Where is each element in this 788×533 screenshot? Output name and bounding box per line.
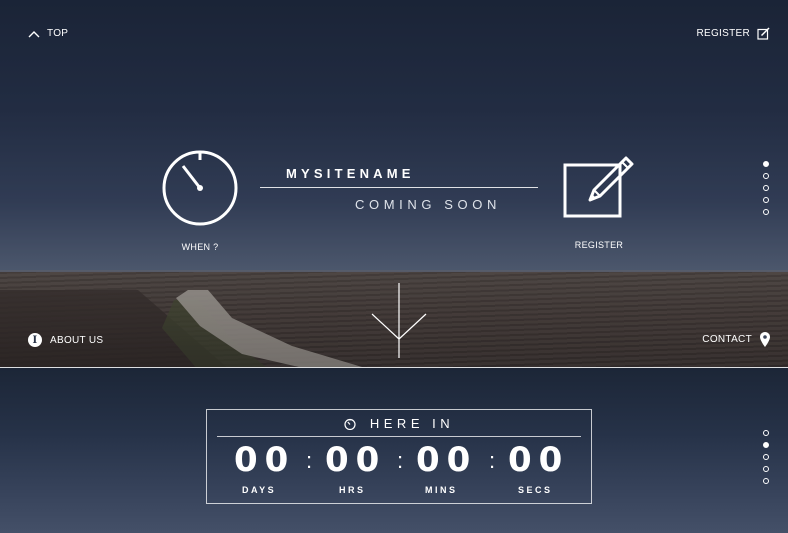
coming-soon-text: COMING SOON: [355, 197, 501, 212]
register-button[interactable]: REGISTER: [560, 150, 638, 250]
register-link-label: REGISTER: [696, 28, 750, 39]
when-label: WHEN ?: [181, 242, 219, 252]
hours-value: 00: [325, 440, 387, 480]
chevron-up-icon: [28, 30, 40, 37]
when-button[interactable]: WHEN ?: [160, 148, 240, 252]
location-pin-icon: [760, 332, 770, 347]
stopwatch-icon: [162, 150, 238, 226]
colon-separator: :: [306, 448, 313, 473]
register-edit-icon: [563, 156, 634, 218]
pagination-dot[interactable]: [763, 454, 769, 460]
colon-separator: :: [489, 448, 496, 473]
colon-separator: :: [397, 448, 404, 473]
days-label: DAYS: [242, 485, 277, 495]
pagination-dot[interactable]: [763, 161, 769, 167]
contact-link[interactable]: CONTACT: [702, 332, 770, 347]
register-label: REGISTER: [574, 240, 624, 250]
hero-section: TOP REGISTER WHEN ? MYSITENAME COMING SO…: [0, 0, 788, 367]
countdown-digits: 00 : 00 : 00 : 00: [207, 440, 591, 480]
register-link[interactable]: REGISTER: [696, 27, 770, 40]
countdown-box: HERE IN 00 : 00 : 00 : 00 DAYS HRS MINS …: [206, 409, 592, 504]
pagination-dot[interactable]: [763, 466, 769, 472]
pagination-dot[interactable]: [763, 185, 769, 191]
top-link[interactable]: TOP: [28, 28, 68, 39]
days-value: 00: [234, 440, 296, 480]
countdown-pagination: [763, 430, 769, 484]
pagination-dot[interactable]: [763, 430, 769, 436]
countdown-heading: HERE IN: [207, 416, 591, 431]
minutes-value: 00: [416, 440, 478, 480]
edit-icon: [757, 27, 770, 40]
top-link-label: TOP: [47, 28, 69, 39]
hero-pagination: [763, 161, 769, 215]
minutes-label: MINS: [425, 485, 458, 495]
countdown-section: HERE IN 00 : 00 : 00 : 00 DAYS HRS MINS …: [0, 368, 788, 533]
pagination-dot[interactable]: [763, 173, 769, 179]
pagination-dot[interactable]: [763, 197, 769, 203]
pagination-dot[interactable]: [763, 442, 769, 448]
countdown-heading-text: HERE IN: [369, 416, 455, 431]
title-divider: [260, 187, 538, 188]
scroll-down-button[interactable]: [370, 283, 428, 364]
pagination-dot[interactable]: [763, 478, 769, 484]
seconds-value: 00: [508, 440, 570, 480]
arrow-down-icon: [371, 283, 427, 358]
contact-label: CONTACT: [702, 334, 752, 345]
site-name: MYSITENAME: [286, 166, 415, 181]
pagination-dot[interactable]: [763, 209, 769, 215]
about-us-link[interactable]: i ABOUT US: [28, 333, 103, 347]
info-icon: i: [28, 333, 42, 347]
seconds-label: SECS: [518, 485, 553, 495]
about-us-label: ABOUT US: [50, 334, 104, 346]
timer-icon: [344, 418, 356, 430]
countdown-divider: [217, 436, 581, 437]
hours-label: HRS: [339, 485, 366, 495]
